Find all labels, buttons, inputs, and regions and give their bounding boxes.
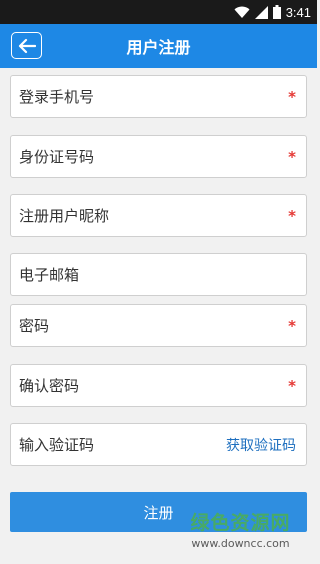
confirm-password-field[interactable]: 确认密码 * [10, 364, 307, 407]
back-button[interactable] [11, 32, 42, 59]
phone-field[interactable]: 登录手机号 * [10, 75, 307, 118]
required-mark: * [288, 206, 296, 225]
id-number-field[interactable]: 身份证号码 * [10, 135, 307, 178]
verification-code-field-placeholder: 输入验证码 [19, 436, 95, 454]
app-bar: 用户注册 [0, 24, 317, 68]
phone-field-placeholder: 登录手机号 [19, 88, 95, 106]
status-bar: 3:41 [0, 0, 317, 24]
required-mark: * [288, 316, 296, 335]
email-field[interactable]: 电子邮箱 [10, 253, 307, 296]
password-field-placeholder: 密码 [19, 317, 50, 335]
required-mark: * [288, 376, 296, 395]
required-mark: * [288, 147, 296, 166]
register-button[interactable]: 注册 [10, 492, 307, 532]
status-time: 3:41 [285, 4, 311, 20]
nickname-field[interactable]: 注册用户昵称 * [10, 194, 307, 237]
verification-code-field[interactable]: 输入验证码 获取验证码 [10, 423, 307, 466]
email-field-placeholder: 电子邮箱 [19, 266, 80, 284]
battery-icon [272, 5, 281, 19]
wifi-icon [234, 6, 250, 18]
watermark-url: www.downcc.com [191, 537, 290, 550]
page-title: 用户注册 [126, 38, 191, 57]
signal-icon [254, 5, 268, 19]
nickname-field-placeholder: 注册用户昵称 [19, 207, 110, 225]
required-mark: * [288, 87, 296, 106]
confirm-password-field-placeholder: 确认密码 [19, 377, 80, 395]
id-number-field-placeholder: 身份证号码 [19, 148, 95, 166]
get-code-button[interactable]: 获取验证码 [226, 435, 296, 455]
arrow-left-icon [18, 38, 36, 53]
password-field[interactable]: 密码 * [10, 304, 307, 347]
register-button-label: 注册 [143, 503, 174, 522]
